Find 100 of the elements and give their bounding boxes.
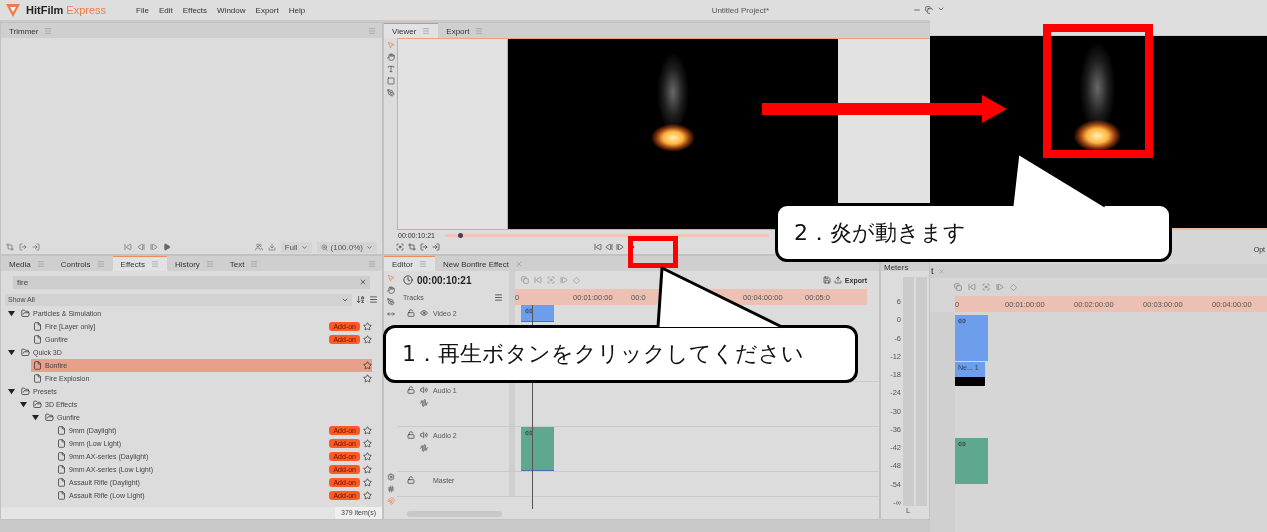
timeline-clip[interactable] — [955, 438, 988, 484]
menu-item[interactable]: Export — [253, 5, 281, 15]
caret-icon[interactable] — [8, 310, 15, 317]
panel-tab[interactable]: Text — [221, 256, 267, 271]
panel-tab[interactable]: Viewer — [384, 23, 439, 38]
quality-dropdown[interactable]: Full — [280, 241, 312, 253]
timeline-clip[interactable] — [521, 305, 554, 322]
pointer-tool-icon[interactable] — [386, 41, 395, 49]
rectangle-tool-icon[interactable] — [386, 77, 395, 85]
panel-tab[interactable]: Effects — [112, 256, 167, 271]
previous-icon[interactable] — [534, 276, 542, 284]
panel-tab[interactable]: New Bonfire Effect — [434, 256, 531, 271]
timeline-clip[interactable] — [521, 427, 554, 471]
caret-icon[interactable] — [20, 401, 27, 408]
snapshot-icon[interactable] — [396, 243, 404, 251]
target-icon[interactable] — [547, 276, 555, 284]
previous-icon[interactable] — [968, 283, 976, 291]
effect-file-icon — [57, 426, 66, 435]
clip-icon[interactable] — [954, 283, 962, 291]
clip-icon[interactable] — [521, 276, 529, 284]
effect-file-icon — [33, 335, 42, 344]
scrub-handle[interactable] — [457, 232, 463, 238]
menu-item[interactable]: Edit — [157, 5, 175, 15]
sort-icon[interactable] — [356, 295, 365, 304]
favorite-star-icon[interactable] — [363, 491, 372, 500]
step-back-icon[interactable] — [136, 243, 145, 251]
import-icon[interactable] — [32, 243, 40, 251]
menu-item[interactable]: Help — [286, 5, 308, 15]
restore-icon[interactable] — [925, 6, 933, 14]
favorite-star-icon[interactable] — [363, 374, 372, 383]
lock-icon[interactable] — [407, 386, 415, 394]
favorite-star-icon[interactable] — [363, 361, 372, 370]
menu-item[interactable]: Window — [215, 5, 248, 15]
next-icon[interactable] — [996, 283, 1004, 291]
visibility-icon[interactable] — [420, 309, 428, 317]
target-icon[interactable] — [982, 283, 990, 291]
next-icon[interactable] — [560, 276, 568, 284]
caret-icon — [300, 243, 308, 251]
import-icon[interactable] — [432, 243, 440, 251]
insert-icon[interactable] — [267, 243, 276, 251]
text-tool-icon[interactable] — [386, 65, 395, 73]
step-back-icon[interactable] — [605, 243, 613, 251]
lock-icon[interactable] — [407, 309, 415, 317]
step-forward-icon[interactable] — [149, 243, 158, 251]
search-field[interactable]: fire — [13, 276, 370, 289]
minimize-icon[interactable] — [913, 6, 921, 14]
lock-icon[interactable] — [407, 476, 415, 484]
grid-icon[interactable] — [386, 485, 395, 493]
export-icon[interactable] — [420, 243, 428, 251]
step-forward-icon[interactable] — [616, 243, 624, 251]
effect-file-icon — [33, 322, 42, 331]
keyframe-icon[interactable] — [1010, 283, 1017, 291]
menu-icon[interactable] — [494, 292, 503, 302]
tab-label: t — [931, 266, 934, 276]
favorite-star-icon[interactable] — [363, 465, 372, 474]
favorite-star-icon[interactable] — [363, 452, 372, 461]
speaker-icon[interactable] — [420, 386, 428, 394]
caret-icon[interactable] — [32, 414, 39, 421]
link-icon — [525, 429, 533, 437]
waveform-icon[interactable] — [420, 399, 428, 407]
favorite-star-icon[interactable] — [363, 335, 372, 344]
pen-tool-icon[interactable] — [386, 89, 395, 97]
panel-tab[interactable]: Media — [1, 256, 53, 271]
keyframe-icon[interactable] — [573, 276, 580, 284]
pointer-tool-icon[interactable] — [386, 274, 395, 282]
link-icon — [958, 317, 966, 325]
skip-back-icon[interactable] — [123, 243, 132, 251]
panel-tab[interactable]: History — [166, 256, 222, 271]
settings-icon[interactable] — [386, 473, 395, 481]
zoom-icon — [320, 243, 328, 251]
menu-item[interactable]: File — [134, 5, 151, 15]
panel-tab[interactable]: Controls — [52, 256, 113, 271]
speaker-icon[interactable] — [420, 431, 428, 439]
favorite-star-icon[interactable] — [363, 426, 372, 435]
panel-tab[interactable]: Editor — [384, 256, 435, 271]
slip-tool-icon[interactable] — [386, 310, 395, 318]
effect-file-icon — [57, 465, 66, 474]
hand-tool-icon[interactable] — [386, 53, 395, 61]
caret-icon[interactable] — [8, 388, 15, 395]
lock-icon[interactable] — [407, 431, 415, 439]
effect-file-icon — [57, 478, 66, 487]
favorite-star-icon[interactable] — [363, 439, 372, 448]
export-icon — [833, 276, 842, 284]
menu-icon[interactable] — [369, 295, 378, 304]
panel-tab[interactable]: Export — [438, 23, 492, 38]
hand-tool-icon[interactable] — [386, 286, 395, 294]
clear-icon[interactable] — [359, 278, 367, 286]
panel-tab[interactable]: Trimmer — [1, 23, 61, 38]
menu-item[interactable]: Effects — [180, 5, 210, 15]
timeline-clip[interactable] — [955, 315, 988, 361]
magnet-icon[interactable] — [386, 497, 395, 505]
favorite-star-icon[interactable] — [363, 322, 372, 331]
caret-icon[interactable] — [8, 349, 15, 356]
skip-back-icon[interactable] — [594, 243, 602, 251]
export-icon[interactable] — [19, 243, 27, 251]
zoom-dropdown[interactable]: (100.0%) — [316, 241, 377, 253]
play-icon[interactable] — [162, 243, 171, 251]
favorite-star-icon[interactable] — [363, 478, 372, 487]
waveform-icon[interactable] — [420, 444, 428, 452]
folder-icon — [21, 348, 30, 357]
